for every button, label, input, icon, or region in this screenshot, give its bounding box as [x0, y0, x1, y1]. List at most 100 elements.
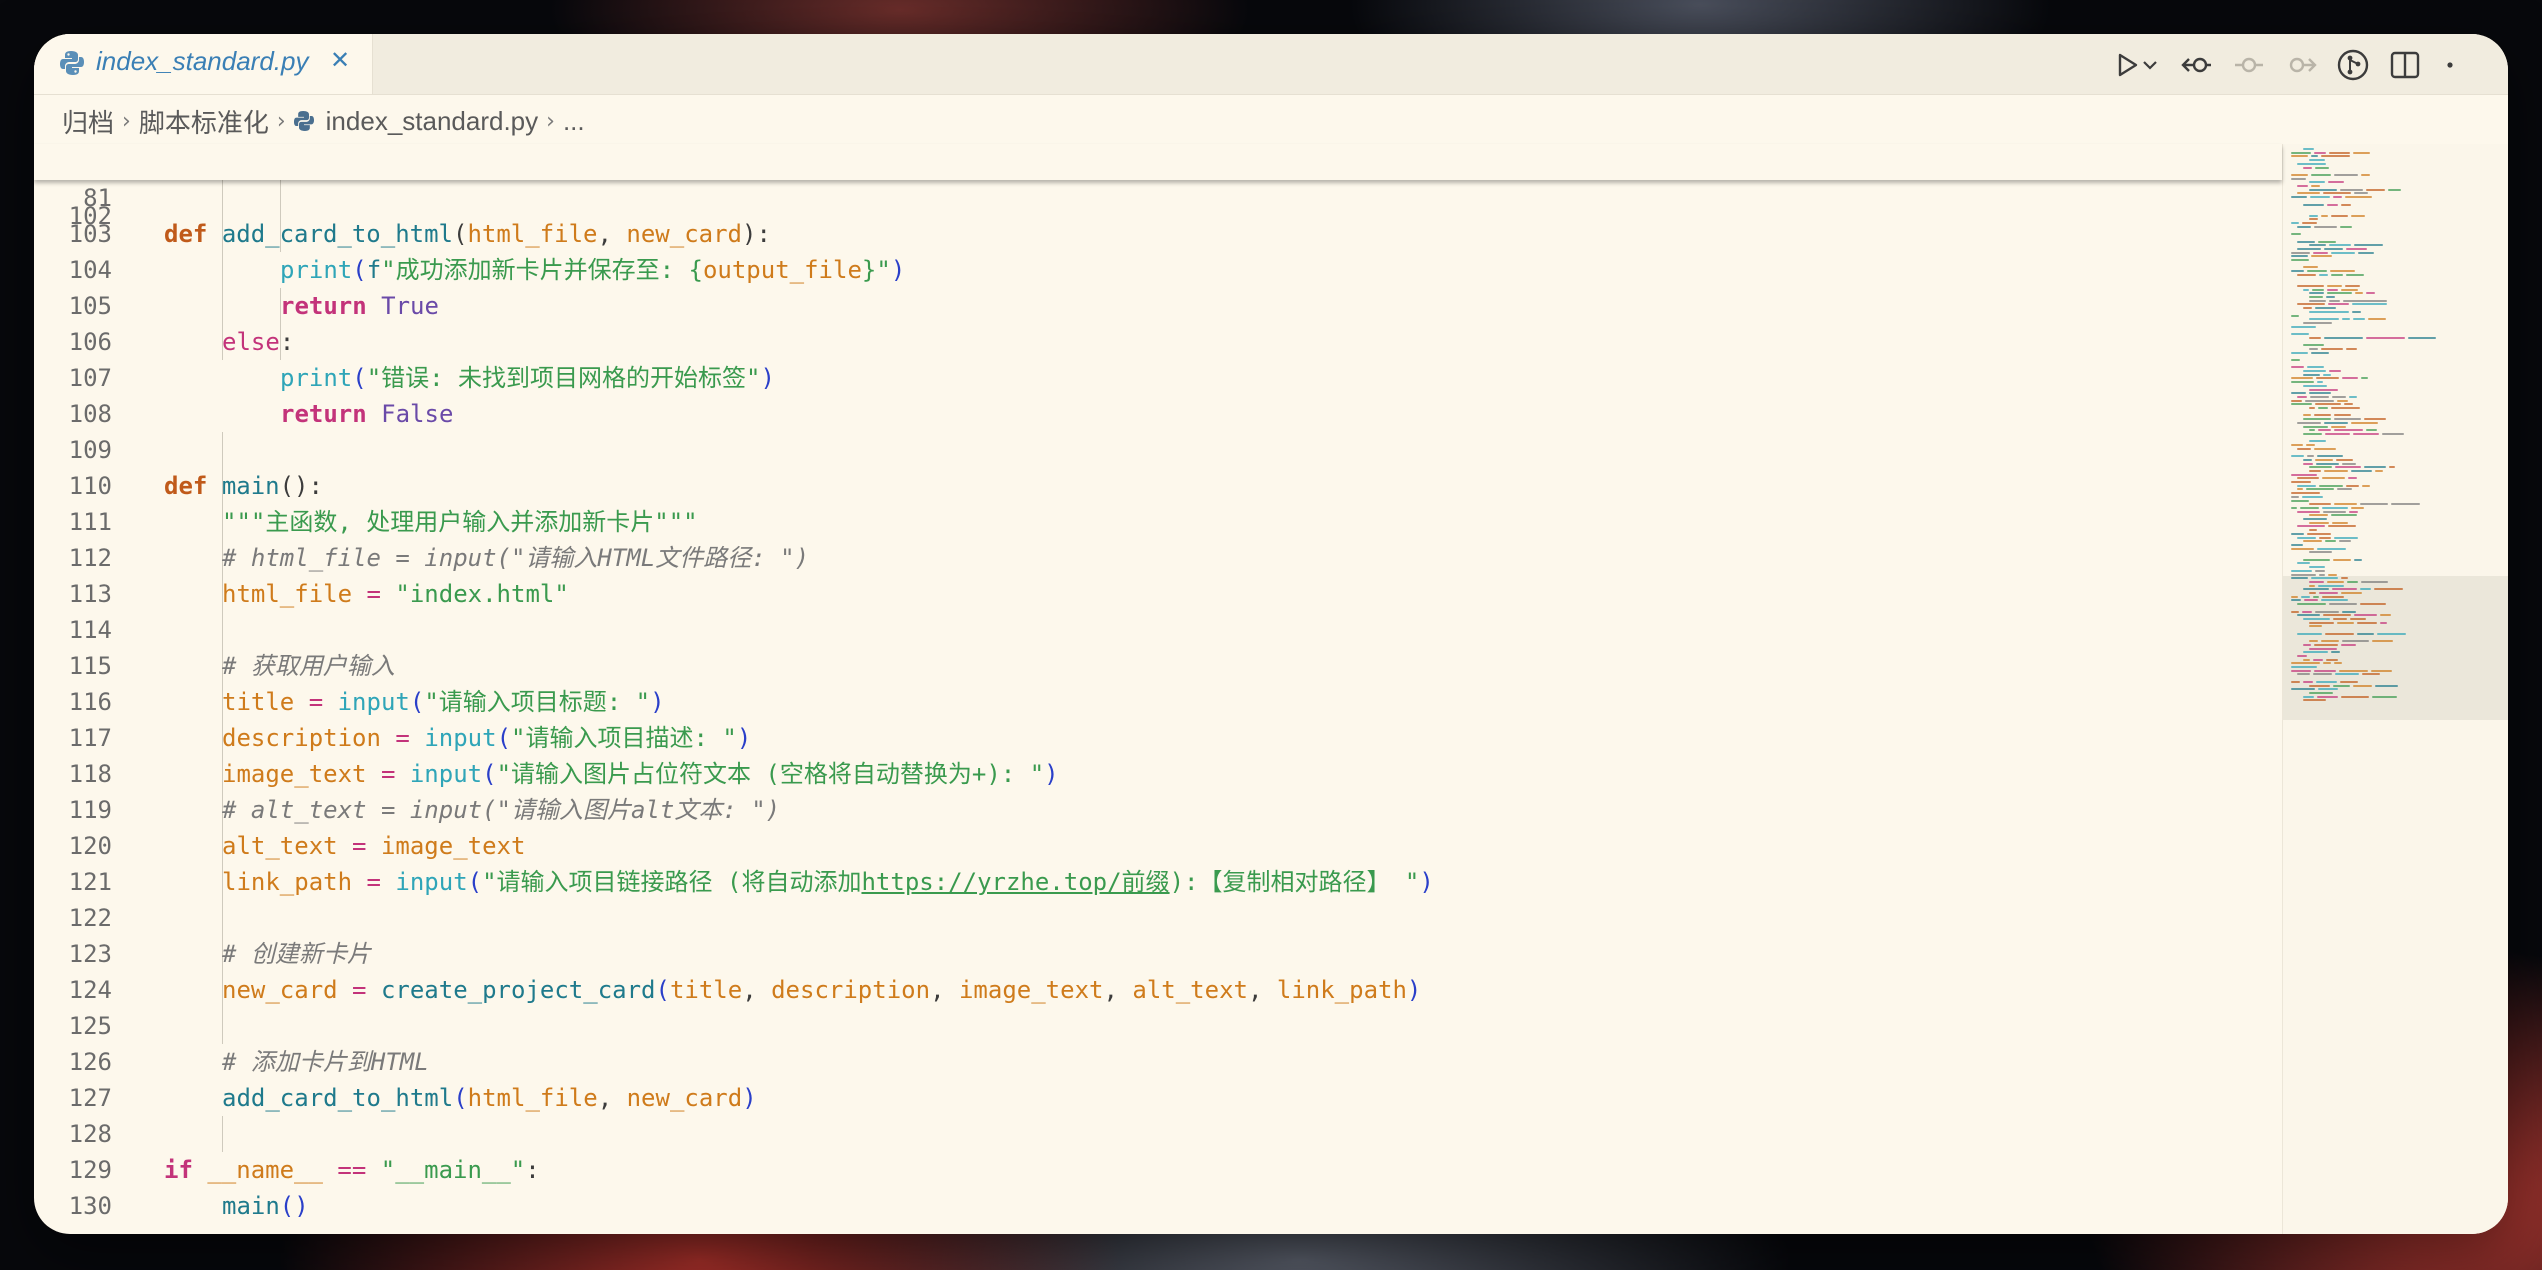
minimap-stroke: [2344, 403, 2353, 406]
minimap-stroke: [2303, 518, 2327, 520]
minimap-stroke: [2309, 469, 2321, 472]
minimap-stroke: [2340, 225, 2352, 228]
minimap-stroke: [2334, 429, 2363, 432]
tab-index-standard[interactable]: index_standard.py ✕: [34, 34, 373, 94]
minimap-stroke: [2341, 695, 2369, 698]
minimap-stroke: [2309, 244, 2326, 247]
code-row: 123 new_card = create_project_card(title…: [34, 900, 2282, 1004]
code-row: 127: [34, 1044, 2282, 1112]
minimap-stroke: [2291, 403, 2312, 406]
minimap-stroke: [2309, 159, 2325, 162]
minimap-stroke: [2353, 432, 2379, 435]
minimap-stroke: [2342, 640, 2369, 643]
breadcrumb-item-folder[interactable]: 脚本标准化: [139, 103, 269, 140]
minimap-stroke: [2391, 503, 2420, 506]
minimap-stroke: [2354, 558, 2362, 561]
minimap-stroke: [2309, 429, 2315, 432]
run-icon[interactable]: [2110, 48, 2144, 82]
minimap-stroke: [2318, 407, 2328, 409]
minimap-stroke: [2340, 680, 2358, 683]
minimap-stroke: [2323, 662, 2331, 665]
minimap-stroke: [2332, 395, 2346, 398]
go-back-icon[interactable]: [2180, 48, 2214, 82]
minimap-stroke: [2337, 621, 2354, 624]
minimap-stroke: [2323, 614, 2351, 617]
minimap-stroke: [2305, 399, 2334, 402]
minimap-stroke: [2335, 466, 2361, 469]
minimap-stroke: [2334, 503, 2357, 506]
minimap-stroke: [2313, 251, 2328, 254]
minimap-stroke: [2317, 455, 2343, 458]
minimap-stroke: [2328, 303, 2349, 306]
minimap-stroke: [2291, 173, 2308, 176]
minimap-stroke: [2364, 418, 2386, 421]
minimap-stroke: [2372, 640, 2393, 643]
minimap-stroke: [2323, 192, 2351, 195]
breadcrumb-item-symbol[interactable]: ...: [563, 106, 585, 137]
minimap-stroke: [2346, 247, 2367, 250]
split-editor-icon[interactable]: [2388, 48, 2422, 82]
code-row: 124: [34, 936, 2282, 1004]
minimap-stroke: [2297, 447, 2311, 450]
minimap-stroke: [2315, 307, 2336, 310]
minimap-stroke: [2324, 336, 2363, 339]
minimap-stroke: [2342, 610, 2356, 613]
minimap-stroke: [2291, 506, 2297, 509]
minimap-stroke: [2330, 270, 2355, 273]
minimap-stroke: [2316, 462, 2339, 465]
minimap-stroke: [2331, 214, 2348, 217]
sticky-scroll-header[interactable]: 81 def add_card_to_html(html_file, new_c…: [34, 144, 2282, 248]
minimap-stroke: [2303, 425, 2328, 428]
minimap-stroke: [2297, 192, 2320, 195]
minimap[interactable]: [2282, 144, 2508, 1234]
go-forward-icon[interactable]: [2284, 48, 2318, 82]
code-editor[interactable]: 81 def add_card_to_html(html_file, new_c…: [34, 144, 2282, 1234]
minimap-stroke: [2303, 266, 2318, 269]
minimap-stroke: [2309, 640, 2318, 643]
minimap-stroke: [2357, 632, 2374, 635]
tab-title: index_standard.py: [96, 46, 309, 76]
minimap-stroke: [2371, 669, 2392, 672]
minimap-stroke: [2327, 292, 2352, 295]
minimap-stroke: [2297, 484, 2316, 487]
breadcrumb-item-file[interactable]: index_standard.py: [326, 106, 538, 137]
code-row: 110 """主函数, 处理用户输入并添加新卡片""": [34, 432, 2282, 536]
minimap-stroke: [2317, 381, 2323, 384]
breadcrumb-item-archive[interactable]: 归档: [62, 103, 114, 140]
git-graph-icon[interactable]: [2336, 48, 2370, 82]
close-icon[interactable]: ✕: [330, 46, 350, 74]
minimap-stroke: [2303, 651, 2328, 654]
minimap-stroke: [2358, 251, 2374, 254]
minimap-stroke: [2364, 466, 2386, 469]
minimap-stroke: [2303, 680, 2313, 683]
minimap-stroke: [2302, 495, 2323, 498]
minimap-stroke: [2325, 540, 2336, 543]
commit-icon[interactable]: [2232, 48, 2266, 82]
minimap-stroke: [2382, 432, 2404, 435]
minimap-stroke: [2333, 617, 2347, 620]
minimap-stroke: [2343, 299, 2387, 302]
more-icon[interactable]: [2440, 48, 2460, 82]
minimap-stroke: [2291, 492, 2320, 495]
chevron-down-icon[interactable]: [2140, 48, 2160, 82]
minimap-stroke: [2331, 407, 2360, 409]
code-row: 128 if __name__ == "__main__":: [34, 1080, 2282, 1184]
code-row: 106 print("错误: 未找到项目网格的开始标签"): [34, 288, 2282, 392]
minimap-stroke: [2389, 466, 2395, 469]
minimap-stroke: [2309, 529, 2317, 532]
minimap-stroke: [2303, 166, 2312, 169]
minimap-stroke: [2291, 680, 2300, 683]
minimap-stroke: [2303, 370, 2326, 372]
python-file-icon: [293, 111, 314, 131]
minimap-stroke: [2351, 506, 2364, 509]
editor-window: index_standard.py ✕ 归档 › 脚本标准化 › index_s…: [34, 34, 2508, 1234]
code-row: 122 # 创建新卡片: [34, 864, 2282, 968]
breadcrumb: 归档 › 脚本标准化 › index_standard.py › ...: [62, 98, 585, 144]
minimap-stroke: [2309, 296, 2323, 298]
minimap-stroke: [2331, 273, 2343, 276]
minimap-stroke: [2321, 155, 2350, 158]
minimap-stroke: [2351, 469, 2372, 472]
minimap-stroke: [2368, 318, 2386, 321]
minimap-stroke: [2366, 429, 2377, 432]
minimap-stroke: [2388, 188, 2401, 191]
